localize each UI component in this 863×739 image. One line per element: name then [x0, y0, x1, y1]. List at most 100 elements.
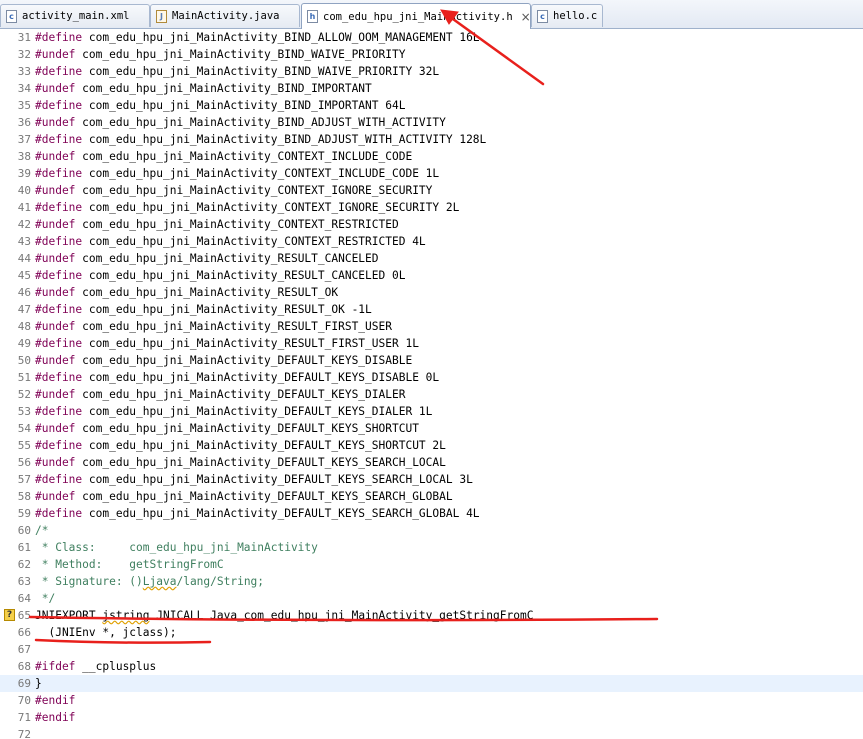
code-text: #define com_edu_hpu_jni_MainActivity_DEF… — [35, 437, 446, 454]
code-token: */ — [35, 592, 56, 605]
code-line[interactable]: 38 #undef com_edu_hpu_jni_MainActivity_CO… — [0, 148, 863, 165]
code-text: #define com_edu_hpu_jni_MainActivity_BIN… — [35, 29, 480, 46]
editor-tab-bar: c activity_main.xml J MainActivity.java … — [0, 0, 863, 29]
code-token: com_edu_hpu_jni_MainActivity_BIND_ALLOW_… — [82, 31, 480, 44]
code-line[interactable]: 32 #undef com_edu_hpu_jni_MainActivity_BI… — [0, 46, 863, 63]
code-line[interactable]: 49 #define com_edu_hpu_jni_MainActivity_R… — [0, 335, 863, 352]
code-token: * Class: com_edu_hpu_jni_MainActivity — [35, 541, 318, 554]
code-text: #undef com_edu_hpu_jni_MainActivity_BIND… — [35, 80, 372, 97]
code-line[interactable]: 53 #define com_edu_hpu_jni_MainActivity_D… — [0, 403, 863, 420]
code-token: com_edu_hpu_jni_MainActivity_DEFAULT_KEY… — [75, 490, 453, 503]
code-text: #undef com_edu_hpu_jni_MainActivity_DEFA… — [35, 454, 446, 471]
code-token: #define — [35, 31, 83, 44]
code-token: #define — [35, 65, 83, 78]
code-line[interactable]: 51 #define com_edu_hpu_jni_MainActivity_D… — [0, 369, 863, 386]
code-line[interactable]: 64 */ — [0, 590, 863, 607]
code-line[interactable]: 63 * Signature: ()Ljava/lang/String; — [0, 573, 863, 590]
code-line[interactable]: 35 #define com_edu_hpu_jni_MainActivity_B… — [0, 97, 863, 114]
line-number: 71 — [17, 711, 31, 724]
code-line[interactable]: 67 — [0, 641, 863, 658]
code-line[interactable]: 60 /* — [0, 522, 863, 539]
code-text: #ifdef __cplusplus — [35, 658, 156, 675]
code-line[interactable]: 54 #undef com_edu_hpu_jni_MainActivity_DE… — [0, 420, 863, 437]
code-token: com_edu_hpu_jni_MainActivity_RESULT_OK -… — [82, 303, 372, 316]
tab-label: hello.c — [553, 10, 598, 22]
code-text: #define com_edu_hpu_jni_MainActivity_RES… — [35, 335, 419, 352]
line-number: 55 — [17, 439, 31, 452]
code-token: * Signature: () — [35, 575, 143, 588]
code-line[interactable]: 48 #undef com_edu_hpu_jni_MainActivity_RE… — [0, 318, 863, 335]
code-line[interactable]: 45 #define com_edu_hpu_jni_MainActivity_R… — [0, 267, 863, 284]
code-token: com_edu_hpu_jni_MainActivity_BIND_IMPORT… — [82, 99, 406, 112]
code-token: com_edu_hpu_jni_MainActivity_CONTEXT_RES… — [82, 235, 426, 248]
code-line[interactable]: 31 #define com_edu_hpu_jni_MainActivity_B… — [0, 29, 863, 46]
code-token: #undef — [35, 490, 76, 503]
code-line[interactable]: 68 #ifdef __cplusplus — [0, 658, 863, 675]
code-line[interactable]: 72 — [0, 726, 863, 739]
code-line[interactable]: 62 * Method: getStringFromC — [0, 556, 863, 573]
tab-label: MainActivity.java — [172, 10, 280, 22]
code-token: #undef — [35, 150, 76, 163]
code-line[interactable]: 69} — [0, 675, 863, 692]
code-token: #define — [35, 303, 83, 316]
code-token: com_edu_hpu_jni_MainActivity_DEFAULT_KEY… — [82, 507, 480, 520]
code-token: #define — [35, 507, 83, 520]
line-number: 42 — [17, 218, 31, 231]
code-line[interactable]: 44 #undef com_edu_hpu_jni_MainActivity_RE… — [0, 250, 863, 267]
code-token: (JNIEnv *, jclass); — [35, 626, 177, 639]
line-number: 51 — [17, 371, 31, 384]
code-token: com_edu_hpu_jni_MainActivity_RESULT_FIRS… — [82, 337, 419, 350]
code-line[interactable]: 65? JNIEXPORT jstring JNICALL Java_com_ed… — [0, 607, 863, 624]
code-line[interactable]: 61 * Class: com_edu_hpu_jni_MainActivity — [0, 539, 863, 556]
code-token: #undef — [35, 354, 76, 367]
code-line[interactable]: 47 #define com_edu_hpu_jni_MainActivity_R… — [0, 301, 863, 318]
code-token: #undef — [35, 184, 76, 197]
tab-activity-main-xml[interactable]: c activity_main.xml — [0, 4, 150, 27]
code-token: com_edu_hpu_jni_MainActivity_RESULT_FIRS… — [75, 320, 392, 333]
code-line[interactable]: 46 #undef com_edu_hpu_jni_MainActivity_RE… — [0, 284, 863, 301]
code-token: #undef — [35, 286, 76, 299]
code-line[interactable]: 42 #undef com_edu_hpu_jni_MainActivity_CO… — [0, 216, 863, 233]
code-token: com_edu_hpu_jni_MainActivity_BIND_ADJUST… — [82, 133, 487, 146]
line-number: 61 — [17, 541, 31, 554]
code-line[interactable]: 39 #define com_edu_hpu_jni_MainActivity_C… — [0, 165, 863, 182]
code-line[interactable]: 58 #undef com_edu_hpu_jni_MainActivity_DE… — [0, 488, 863, 505]
code-line[interactable]: 59 #define com_edu_hpu_jni_MainActivity_D… — [0, 505, 863, 522]
code-line[interactable]: 33 #define com_edu_hpu_jni_MainActivity_B… — [0, 63, 863, 80]
code-token: jstring — [102, 609, 150, 622]
code-line[interactable]: 50 #undef com_edu_hpu_jni_MainActivity_DE… — [0, 352, 863, 369]
code-line[interactable]: 34 #undef com_edu_hpu_jni_MainActivity_BI… — [0, 80, 863, 97]
code-line[interactable]: 36 #undef com_edu_hpu_jni_MainActivity_BI… — [0, 114, 863, 131]
close-icon[interactable]: × — [521, 10, 530, 24]
tab-mainactivity-java[interactable]: J MainActivity.java — [150, 4, 300, 27]
code-line[interactable]: 66 (JNIEnv *, jclass); — [0, 624, 863, 641]
code-line[interactable]: 56 #undef com_edu_hpu_jni_MainActivity_DE… — [0, 454, 863, 471]
code-line[interactable]: 70 #endif — [0, 692, 863, 709]
line-number: 47 — [17, 303, 31, 316]
quick-fix-icon[interactable]: ? — [4, 609, 15, 621]
code-line[interactable]: 43 #define com_edu_hpu_jni_MainActivity_C… — [0, 233, 863, 250]
code-line[interactable]: 57 #define com_edu_hpu_jni_MainActivity_D… — [0, 471, 863, 488]
code-token: #undef — [35, 422, 76, 435]
code-editor[interactable]: 31 #define com_edu_hpu_jni_MainActivity_B… — [0, 29, 863, 739]
code-text: #define com_edu_hpu_jni_MainActivity_BIN… — [35, 63, 439, 80]
tab-hello-c[interactable]: c hello.c — [531, 4, 603, 27]
code-token: #define — [35, 235, 83, 248]
code-line[interactable]: 52 #undef com_edu_hpu_jni_MainActivity_DE… — [0, 386, 863, 403]
code-line[interactable]: 40 #undef com_edu_hpu_jni_MainActivity_CO… — [0, 182, 863, 199]
code-text: } — [35, 675, 42, 692]
c-file-icon: c — [6, 9, 17, 23]
tab-com-edu-hpu-jni-mainactivity-h[interactable]: h com_edu_hpu_jni_MainActivity.h × — [301, 3, 531, 29]
code-line[interactable]: 55 #define com_edu_hpu_jni_MainActivity_D… — [0, 437, 863, 454]
code-text: #define com_edu_hpu_jni_MainActivity_DEF… — [35, 471, 473, 488]
code-line[interactable]: 71 #endif — [0, 709, 863, 726]
code-text: #undef com_edu_hpu_jni_MainActivity_CONT… — [35, 182, 432, 199]
code-line[interactable]: 41 #define com_edu_hpu_jni_MainActivity_C… — [0, 199, 863, 216]
code-text: #endif — [35, 692, 75, 709]
code-line[interactable]: 37 #define com_edu_hpu_jni_MainActivity_B… — [0, 131, 863, 148]
line-number: 66 — [17, 626, 31, 639]
code-token: com_edu_hpu_jni_MainActivity_CONTEXT_IGN… — [82, 201, 460, 214]
code-token: JNICALL Java_com_edu_hpu_jni_MainActivit… — [149, 609, 534, 622]
line-number: 53 — [17, 405, 31, 418]
code-token: com_edu_hpu_jni_MainActivity_DEFAULT_KEY… — [75, 456, 446, 469]
